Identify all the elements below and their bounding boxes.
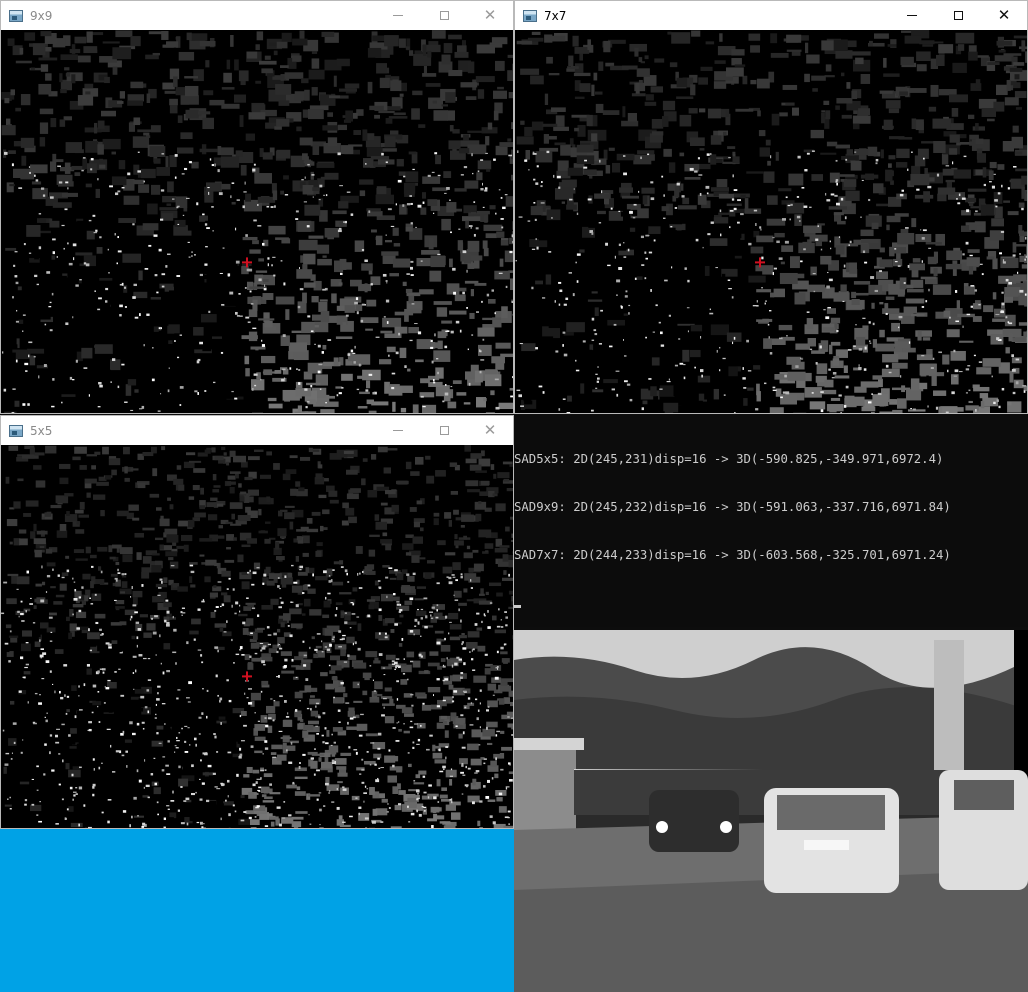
- depth-map-5x5[interactable]: [1, 445, 513, 828]
- opencv-window-icon: [9, 9, 23, 22]
- close-button[interactable]: ✕: [981, 1, 1027, 30]
- camera-photo: [514, 630, 1028, 992]
- desktop-background: [0, 829, 514, 992]
- window-title-9x9: 9x9: [30, 8, 53, 23]
- titlebar-7x7[interactable]: 7x7 ✕: [515, 1, 1027, 30]
- close-button[interactable]: ✕: [467, 416, 513, 445]
- close-button[interactable]: ✕: [467, 1, 513, 30]
- titlebar-9x9[interactable]: 9x9 ✕: [1, 1, 513, 30]
- camera-image[interactable]: [514, 630, 1028, 992]
- window-9x9[interactable]: 9x9 ✕: [0, 0, 514, 414]
- minimize-button[interactable]: [375, 416, 421, 445]
- maximize-button[interactable]: [421, 1, 467, 30]
- maximize-icon: [439, 11, 449, 20]
- close-icon: ✕: [483, 421, 497, 439]
- close-icon: ✕: [483, 6, 497, 24]
- window-title-5x5: 5x5: [30, 423, 53, 438]
- window-7x7[interactable]: 7x7 ✕: [514, 0, 1028, 414]
- window-title-7x7: 7x7: [544, 8, 567, 23]
- console-line: SAD9x9: 2D(245,232)disp=16 -> 3D(-591.06…: [514, 500, 951, 514]
- minimize-button[interactable]: [375, 1, 421, 30]
- opencv-window-icon: [523, 9, 537, 22]
- minimize-button[interactable]: [889, 1, 935, 30]
- console-output[interactable]: SAD5x5: 2D(245,231)disp=16 -> 3D(-590.82…: [514, 415, 1028, 627]
- depth-map-7x7[interactable]: [515, 30, 1027, 413]
- depth-map-9x9[interactable]: [1, 30, 513, 413]
- minimize-icon: [393, 430, 403, 431]
- console-cursor: [514, 605, 521, 608]
- close-icon: ✕: [997, 6, 1011, 24]
- maximize-icon: [439, 426, 449, 435]
- maximize-button[interactable]: [935, 1, 981, 30]
- console-line: SAD5x5: 2D(245,231)disp=16 -> 3D(-590.82…: [514, 452, 944, 466]
- window-5x5[interactable]: 5x5 ✕: [0, 415, 514, 829]
- console-line: SAD7x7: 2D(244,233)disp=16 -> 3D(-603.56…: [514, 548, 951, 562]
- minimize-icon: [907, 15, 917, 16]
- console-cursor-line: [514, 595, 1028, 611]
- minimize-icon: [393, 15, 403, 16]
- opencv-window-icon: [9, 424, 23, 437]
- maximize-button[interactable]: [421, 416, 467, 445]
- maximize-icon: [953, 11, 963, 20]
- titlebar-5x5[interactable]: 5x5 ✕: [1, 416, 513, 445]
